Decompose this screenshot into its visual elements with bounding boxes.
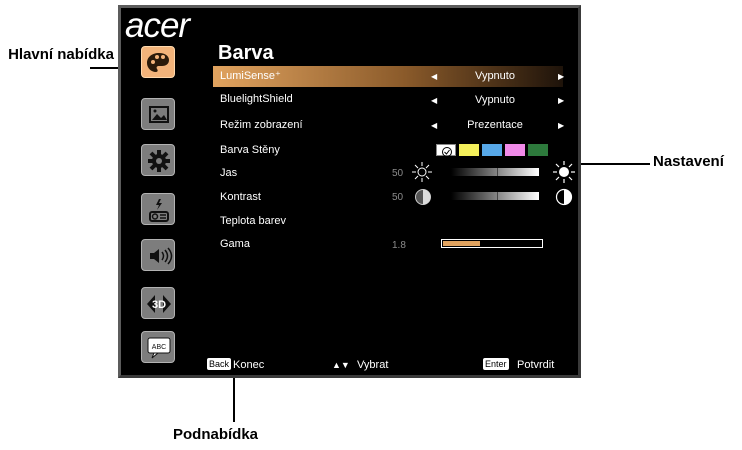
lumisense-right-arrow-icon[interactable]: ▶: [558, 72, 564, 81]
wall-color-swatch-pink[interactable]: [505, 144, 525, 156]
brightness-value: 50: [392, 168, 404, 179]
lumisense-left-arrow-icon[interactable]: ◀: [431, 72, 437, 81]
lumisense-value: Vypnuto: [475, 70, 515, 82]
gamma-bar-fill: [443, 241, 480, 246]
osd-menu-panel: acer 3D ABC Barva LumiSense⁺ ◀ Vypnuto ▶…: [118, 5, 581, 378]
gamma-value: 1.8: [392, 240, 406, 251]
navigate-arrows-icon: ▲▼: [332, 360, 350, 370]
sun-bright-icon: [553, 161, 575, 183]
bluelightshield-right-arrow-icon[interactable]: ▶: [558, 96, 564, 105]
contrast-label[interactable]: Kontrast: [220, 191, 261, 203]
brightness-label[interactable]: Jas: [220, 167, 237, 179]
gear-icon[interactable]: [141, 144, 175, 176]
select-label: Vybrat: [357, 359, 389, 371]
brightness-slider[interactable]: [451, 168, 539, 176]
settings-callout-label: Nastavení: [653, 153, 724, 170]
sun-dim-icon: [412, 162, 432, 182]
contrast-low-icon: [415, 189, 431, 205]
lumisense-label[interactable]: LumiSense⁺: [220, 69, 281, 82]
display-mode-label[interactable]: Režim zobrazení: [220, 119, 303, 131]
submenu-title: Barva: [218, 42, 274, 64]
wall-color-swatch-blue[interactable]: [482, 144, 502, 156]
bluelightshield-left-arrow-icon[interactable]: ◀: [431, 96, 437, 105]
check-icon: [442, 147, 452, 157]
enter-key[interactable]: Enter: [483, 358, 509, 370]
contrast-slider-marker: [497, 192, 498, 200]
settings-callout: Nastavení: [653, 153, 724, 170]
color-temperature-label[interactable]: Teplota barev: [220, 215, 286, 227]
bluelightshield-label[interactable]: BluelightShield: [220, 93, 293, 105]
submenu-callout: Podnabídka: [173, 426, 258, 443]
wall-color-swatch-green[interactable]: [528, 144, 548, 156]
confirm-label: Potvrdit: [517, 359, 555, 371]
speaker-icon[interactable]: [141, 239, 175, 271]
svg-text:ABC: ABC: [152, 344, 166, 351]
back-key[interactable]: Back: [207, 358, 232, 370]
wall-color-swatch-yellow[interactable]: [459, 144, 479, 156]
wall-color-swatch-white[interactable]: [436, 144, 456, 157]
main-menu-callout: Hlavní nabídka: [6, 46, 116, 63]
main-menu-callout-label: Hlavní nabídka: [8, 46, 114, 63]
acer-logo: acer: [125, 6, 190, 45]
settings-callout-line: [580, 163, 650, 165]
abc-language-icon[interactable]: ABC: [141, 331, 175, 363]
bluelightshield-value: Vypnuto: [475, 94, 515, 106]
contrast-slider[interactable]: [451, 192, 539, 200]
image-icon[interactable]: [141, 98, 175, 130]
gamma-bar[interactable]: [441, 239, 543, 248]
gamma-label[interactable]: Gama: [220, 238, 250, 250]
brightness-slider-marker: [497, 168, 498, 176]
back-label: Konec: [233, 359, 265, 371]
3d-icon[interactable]: 3D: [141, 287, 175, 319]
palette-icon[interactable]: [141, 46, 175, 78]
svg-text:3D: 3D: [152, 299, 166, 311]
projector-power-icon[interactable]: [141, 193, 175, 225]
display-mode-right-arrow-icon[interactable]: ▶: [558, 121, 564, 130]
display-mode-value: Prezentace: [467, 119, 523, 131]
display-mode-left-arrow-icon[interactable]: ◀: [431, 121, 437, 130]
contrast-high-icon: [555, 188, 573, 206]
contrast-value: 50: [392, 192, 404, 203]
wall-color-label[interactable]: Barva Stěny: [220, 144, 280, 156]
submenu-callout-label: Podnabídka: [173, 426, 259, 443]
